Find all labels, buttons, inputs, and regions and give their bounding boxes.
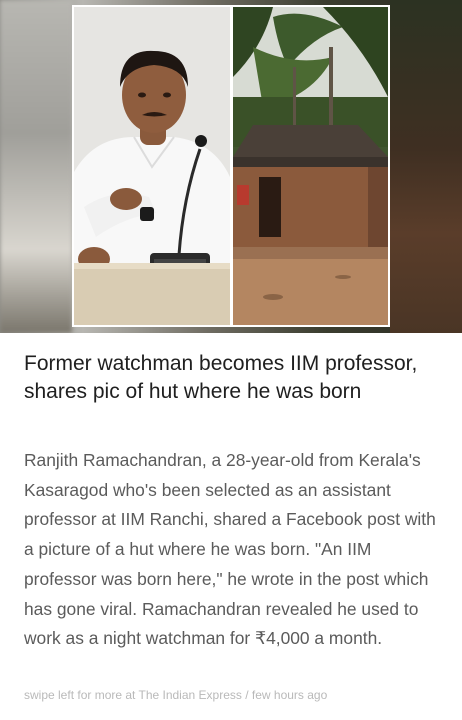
article-footer-source[interactable]: swipe left for more at The Indian Expres… xyxy=(24,688,327,702)
portrait-photo xyxy=(74,7,230,325)
man-with-microphone-illustration xyxy=(74,7,230,325)
hut-illustration xyxy=(233,7,388,325)
hero-blurred-background-left xyxy=(0,0,72,333)
article-body: Ranjith Ramachandran, a 28-year-old from… xyxy=(24,450,436,649)
hero-blurred-background-right xyxy=(390,0,462,333)
hut-photo xyxy=(233,7,388,325)
hero-image[interactable] xyxy=(0,0,462,333)
article-title[interactable]: Former watchman becomes IIM professor, s… xyxy=(24,350,438,406)
photo-collage xyxy=(72,5,390,327)
